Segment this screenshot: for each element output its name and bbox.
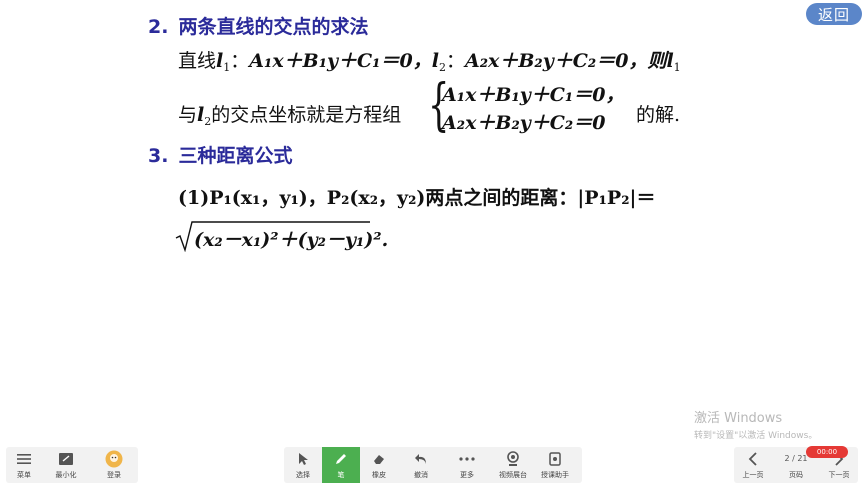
section-number: 3. xyxy=(148,145,169,167)
chevron-left-icon xyxy=(748,451,758,467)
symbol-l1: l xyxy=(666,50,674,72)
next-page-label: 下一页 xyxy=(828,470,850,479)
pen-tool-button[interactable]: 笔 xyxy=(322,447,360,483)
section-2-suffix: 的解. xyxy=(636,104,681,126)
slide-canvas: 返回 2. 两条直线的交点的求法 直线l1：A₁x＋B₁y＋C₁＝0，l2：A₂x… xyxy=(0,0,864,446)
distance-formula-line-1: (1)P₁(x₁，y₁)，P₂(x₂，y₂)两点之间的距离：|P₁P₂|＝ xyxy=(178,187,656,209)
recording-timer[interactable]: 00:00 xyxy=(806,446,848,458)
page-indicator: 2 / 21 xyxy=(784,454,808,463)
prev-page-label: 上一页 xyxy=(742,470,764,479)
section-2-heading: 2. 两条直线的交点的求法 xyxy=(148,12,368,39)
minimize-icon xyxy=(58,451,74,467)
minimize-label: 最小化 xyxy=(55,470,77,479)
video-booth-label: 视频展台 xyxy=(499,470,527,479)
page-number-label: 页码 xyxy=(789,470,803,479)
undo-button[interactable]: 撤消 xyxy=(398,447,444,483)
equation-l1: A₁x＋B₁y＋C₁＝0， xyxy=(249,50,432,72)
assistant-icon xyxy=(549,451,561,467)
menu-button[interactable]: 菜单 xyxy=(6,447,42,483)
prev-page-button[interactable]: 上一页 xyxy=(734,447,772,483)
select-tool-button[interactable]: 选择 xyxy=(284,447,322,483)
toolbar-center-group: 选择 笔 橡皮 撤消 更多 视频展台 授课助手 xyxy=(284,447,582,483)
windows-activation-watermark: 激活 Windows 转到"设置"以激活 Windows。 xyxy=(694,407,817,441)
eraser-tool-button[interactable]: 橡皮 xyxy=(360,447,398,483)
eraser-icon xyxy=(372,451,386,467)
section-number: 2. xyxy=(148,16,169,38)
pen-icon xyxy=(334,451,348,467)
avatar-icon xyxy=(105,450,123,467)
menu-icon xyxy=(17,451,31,467)
menu-label: 菜单 xyxy=(17,470,31,479)
text-fragment: 的交点坐标就是方程组 xyxy=(211,104,402,126)
equation-system: { A₁x＋B₁y＋C₁＝0， A₂x＋B₂y＋C₂＝0 xyxy=(428,78,628,138)
camera-icon xyxy=(506,450,520,467)
assistant-label: 授课助手 xyxy=(541,470,569,479)
toolbar-left-group: 菜单 最小化 登录 xyxy=(6,447,138,483)
more-icon xyxy=(459,451,475,467)
cursor-icon xyxy=(297,451,309,467)
system-equation-2: A₂x＋B₂y＋C₂＝0 xyxy=(442,112,606,134)
select-label: 选择 xyxy=(296,470,310,479)
subscript: 1 xyxy=(673,61,681,74)
text-fragment: 直线 xyxy=(178,50,217,72)
text-fragment: ： xyxy=(230,50,250,72)
watermark-line-1: 激活 Windows xyxy=(694,411,783,426)
section-title: 三种距离公式 xyxy=(178,145,293,167)
eraser-label: 橡皮 xyxy=(372,470,386,479)
pen-label: 笔 xyxy=(337,470,345,479)
system-equation-1: A₁x＋B₁y＋C₁＝0， xyxy=(442,84,625,106)
section-2-line-1: 直线l1：A₁x＋B₁y＋C₁＝0，l2：A₂x＋B₂y＋C₂＝0，则l1 xyxy=(178,46,681,74)
distance-formula-radicand: (x₂－x₁)²＋(y₂－y₁)². xyxy=(194,229,389,251)
undo-icon xyxy=(414,451,428,467)
equation-l2: A₂x＋B₂y＋C₂＝0，则 xyxy=(464,50,667,72)
symbol-l2: l xyxy=(431,50,439,72)
more-button[interactable]: 更多 xyxy=(444,447,490,483)
section-title: 两条直线的交点的求法 xyxy=(178,16,369,38)
teaching-assistant-button[interactable]: 授课助手 xyxy=(536,447,574,483)
undo-label: 撤消 xyxy=(414,470,428,479)
watermark-line-2: 转到"设置"以激活 Windows。 xyxy=(694,431,818,441)
login-button[interactable]: 登录 xyxy=(90,447,138,483)
back-button[interactable]: 返回 xyxy=(806,3,862,25)
text-fragment: ： xyxy=(445,50,465,72)
section-2-line-2: 与l2的交点坐标就是方程组 xyxy=(178,100,401,128)
more-label: 更多 xyxy=(460,470,474,479)
video-booth-button[interactable]: 视频展台 xyxy=(490,447,536,483)
minimize-button[interactable]: 最小化 xyxy=(42,447,90,483)
login-label: 登录 xyxy=(107,470,121,479)
section-3-heading: 3. 三种距离公式 xyxy=(148,141,292,168)
text-fragment: 与 xyxy=(178,104,198,126)
